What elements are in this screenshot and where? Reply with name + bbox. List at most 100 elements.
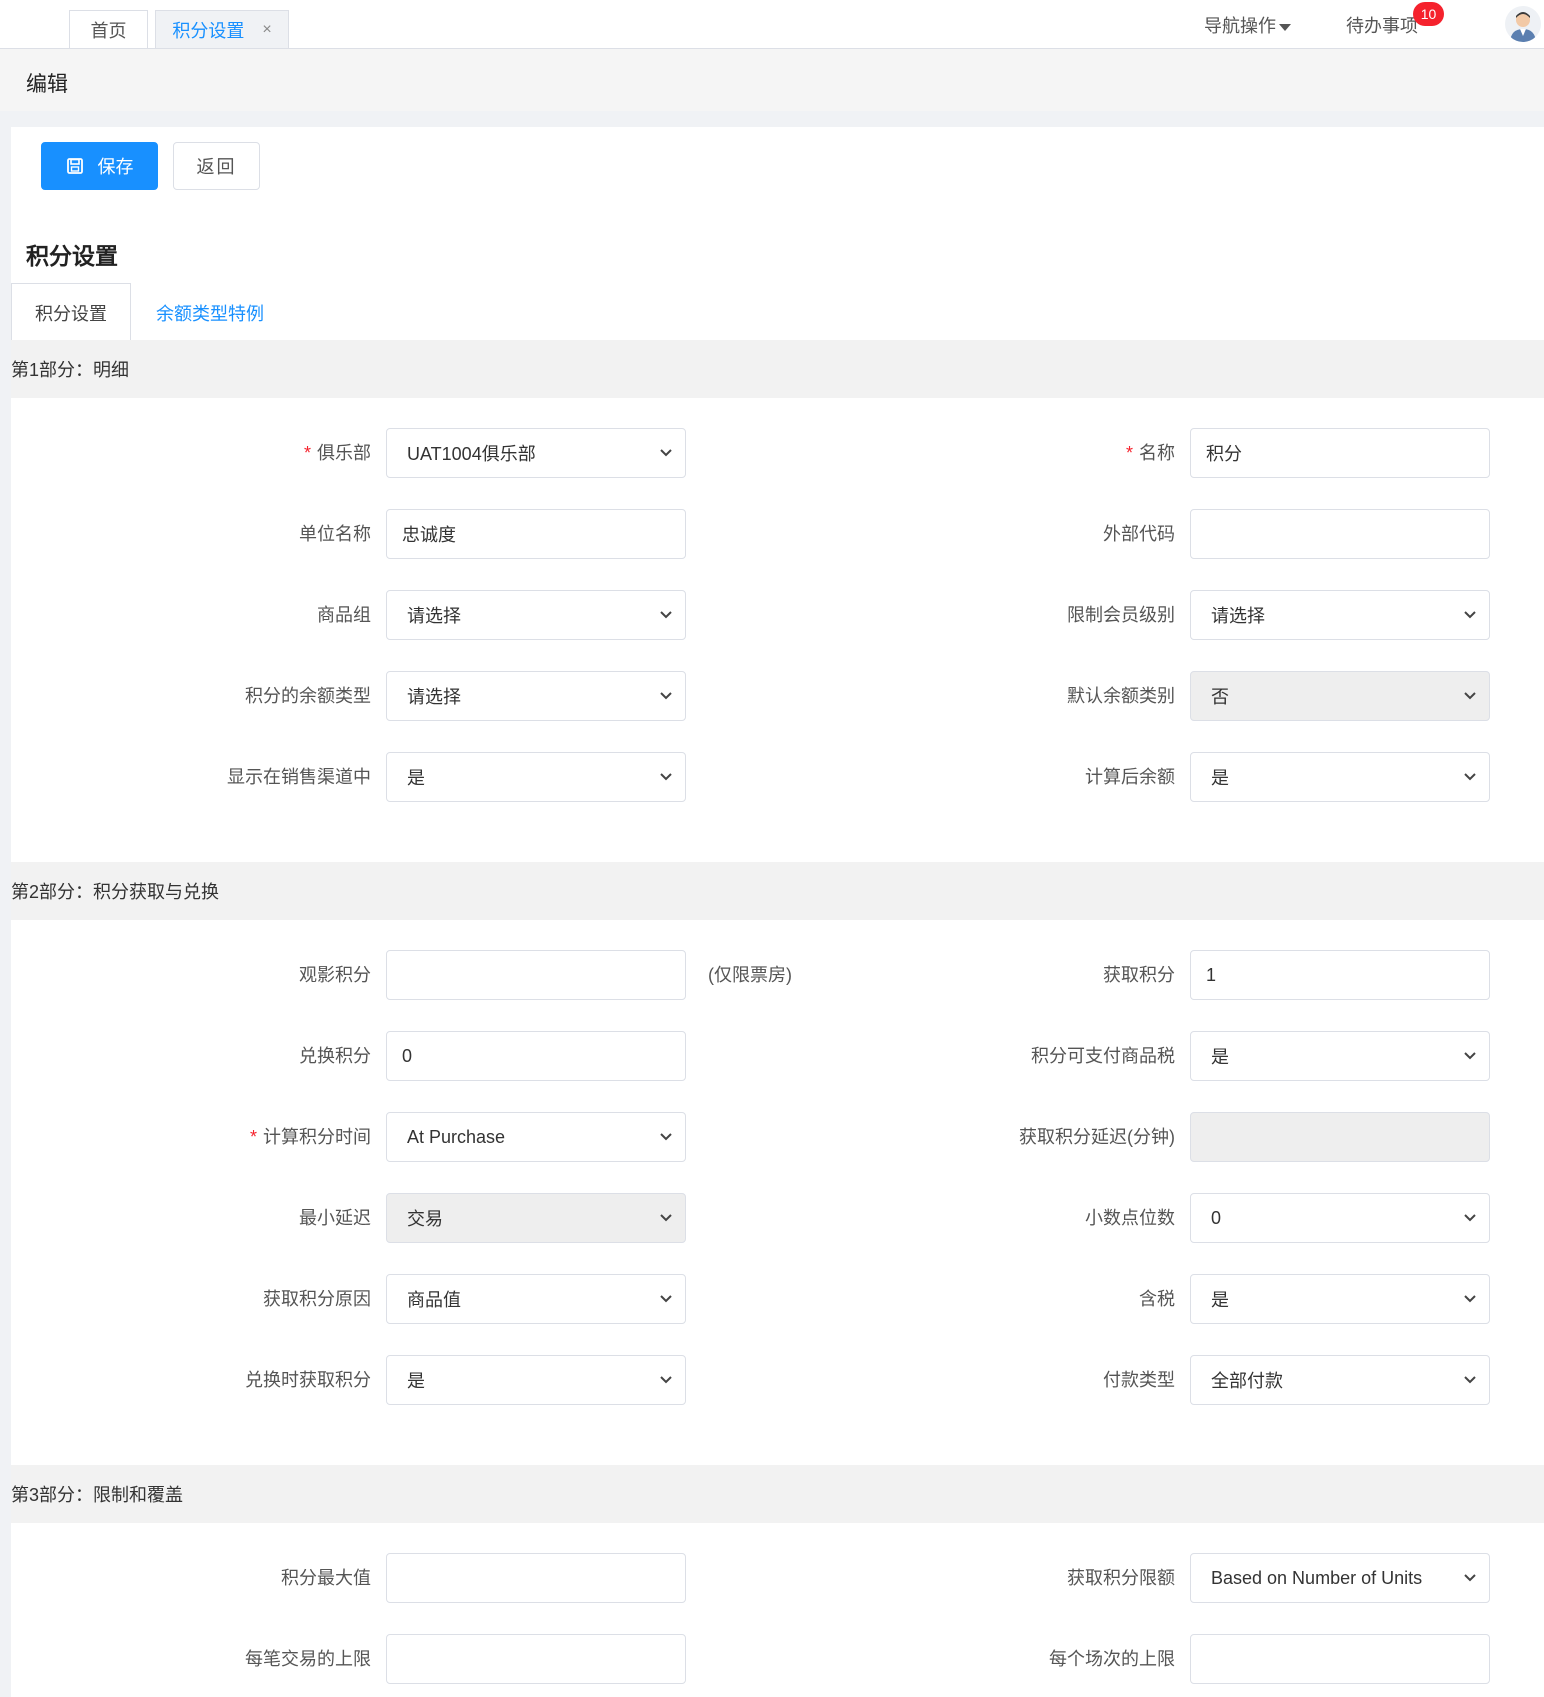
page-title: 编辑 [26, 73, 68, 96]
chevron-down-icon [660, 1295, 672, 1303]
select-value: UAT1004俱乐部 [407, 444, 536, 464]
form-title: 积分设置 [26, 243, 118, 269]
chevron-down-icon [1464, 773, 1476, 781]
chevron-down-icon [660, 611, 672, 619]
select-value: 是 [1211, 1047, 1229, 1067]
close-icon[interactable]: × [262, 21, 271, 39]
select-value: 请选择 [407, 606, 461, 626]
balance-type-select[interactable]: 请选择 [386, 671, 686, 721]
pay-tax-label: 积分可支付商品税 [815, 1031, 1175, 1081]
tab-points-settings-form[interactable]: 积分设置 [11, 283, 131, 342]
product-group-label: 商品组 [11, 590, 371, 640]
label-text: 积分的余额类型 [245, 686, 371, 706]
balance-type-label: 积分的余额类型 [11, 671, 371, 721]
select-value: 是 [1211, 768, 1229, 788]
save-button[interactable]: 保存 [41, 142, 158, 190]
nav-todo-link[interactable]: 待办事项 [1346, 12, 1418, 38]
earn-delay-label: 获取积分延迟(分钟) [815, 1112, 1175, 1162]
chevron-down-icon [1464, 1376, 1476, 1384]
chevron-down-icon [1464, 611, 1476, 619]
select-value: 交易 [407, 1209, 443, 1229]
label-text: 每笔交易的上限 [245, 1649, 371, 1669]
select-value: Based on Number of Units [1211, 1567, 1423, 1588]
earn-reason-select[interactable]: 商品值 [386, 1274, 686, 1324]
decimals-select[interactable]: 0 [1190, 1193, 1490, 1243]
product-group-select[interactable]: 请选择 [386, 590, 686, 640]
earn-on-redeem-select[interactable]: 是 [386, 1355, 686, 1405]
chevron-down-icon [1464, 692, 1476, 700]
max-points-input[interactable] [386, 1553, 686, 1603]
select-value: At Purchase [407, 1126, 506, 1147]
member-level-label: 限制会员级别 [815, 590, 1175, 640]
chevron-down-icon [660, 1133, 672, 1141]
nav-operations-dropdown[interactable]: 导航操作 [1204, 12, 1291, 38]
top-bar: 首页 积分设置 × 导航操作 待办事项 10 [0, 0, 1544, 49]
show-channel-select[interactable]: 是 [386, 752, 686, 802]
external-code-input[interactable] [1190, 509, 1490, 559]
tab-balance-type-exceptions[interactable]: 余额类型特例 [156, 283, 276, 342]
tax-included-select[interactable]: 是 [1190, 1274, 1490, 1324]
label-text: 计算积分时间 [263, 1127, 371, 1147]
pay-type-label: 付款类型 [815, 1355, 1175, 1405]
nav-operations-label: 导航操作 [1204, 16, 1276, 36]
pay-tax-select[interactable]: 是 [1190, 1031, 1490, 1081]
movie-points-input[interactable] [386, 950, 686, 1000]
redeem-points-input[interactable]: 0 [386, 1031, 686, 1081]
section-earn-redeem-header: 第2部分：积分获取与兑换 [11, 862, 1544, 920]
tab-points-settings[interactable]: 积分设置 × [155, 10, 289, 48]
transaction-limit-input[interactable] [386, 1634, 686, 1684]
unit-name-label: 单位名称 [11, 509, 371, 559]
label-text: 计算后余额 [1085, 767, 1175, 787]
select-value: 商品值 [407, 1290, 461, 1310]
member-level-select[interactable]: 请选择 [1190, 590, 1490, 640]
section-title: 第2部分：积分获取与兑换 [11, 882, 220, 902]
tab-points-settings-label: 积分设置 [172, 20, 245, 41]
tab-home[interactable]: 首页 [69, 10, 148, 48]
calc-time-select[interactable]: At Purchase [386, 1112, 686, 1162]
earn-reason-label: 获取积分原因 [11, 1274, 371, 1324]
name-label: * 名称 [815, 428, 1175, 478]
show-channel-label: 显示在销售渠道中 [11, 752, 371, 802]
box-office-only-hint: (仅限票房) [708, 965, 792, 985]
select-value: 请选择 [407, 687, 461, 707]
select-value: 0 [1211, 1207, 1222, 1228]
section-title: 第1部分：明细 [11, 360, 130, 380]
label-text: 外部代码 [1103, 524, 1175, 544]
label-text: 含税 [1139, 1289, 1175, 1309]
back-button[interactable]: 返回 [173, 142, 260, 190]
select-value: 是 [407, 768, 425, 788]
session-limit-label: 每个场次的上限 [815, 1634, 1175, 1684]
caret-down-icon [1279, 23, 1291, 31]
club-label: * 俱乐部 [11, 428, 371, 478]
default-balance-label: 默认余额类别 [815, 671, 1175, 721]
redeem-points-label: 兑换积分 [11, 1031, 371, 1081]
label-text: 兑换积分 [299, 1046, 371, 1066]
calc-balance-select[interactable]: 是 [1190, 752, 1490, 802]
label-text: 商品组 [317, 605, 371, 625]
input-value: 忠诚度 [402, 525, 456, 545]
earn-limit-select[interactable]: Based on Number of Units [1190, 1553, 1490, 1603]
page-header: 编辑 [0, 49, 1544, 111]
save-button-label: 保存 [97, 157, 134, 177]
tax-included-label: 含税 [815, 1274, 1175, 1324]
form-tab-label: 余额类型特例 [156, 303, 264, 324]
max-points-label: 积分最大值 [11, 1553, 371, 1603]
avatar[interactable] [1505, 6, 1541, 42]
label-text: 付款类型 [1103, 1370, 1175, 1390]
session-limit-input[interactable] [1190, 1634, 1490, 1684]
chevron-down-icon [660, 692, 672, 700]
pay-type-select[interactable]: 全部付款 [1190, 1355, 1490, 1405]
earn-points-input[interactable]: 1 [1190, 950, 1490, 1000]
select-value: 是 [1211, 1290, 1229, 1310]
label-text: 默认余额类别 [1067, 686, 1175, 706]
label-text: 显示在销售渠道中 [227, 767, 371, 787]
input-value: 积分 [1206, 444, 1242, 464]
club-select[interactable]: UAT1004俱乐部 [386, 428, 686, 478]
chevron-down-icon [1464, 1214, 1476, 1222]
label-text: 兑换时获取积分 [245, 1370, 371, 1390]
external-code-label: 外部代码 [815, 509, 1175, 559]
label-text: 每个场次的上限 [1049, 1649, 1175, 1669]
name-input[interactable]: 积分 [1190, 428, 1490, 478]
calc-balance-label: 计算后余额 [815, 752, 1175, 802]
unit-name-input[interactable]: 忠诚度 [386, 509, 686, 559]
